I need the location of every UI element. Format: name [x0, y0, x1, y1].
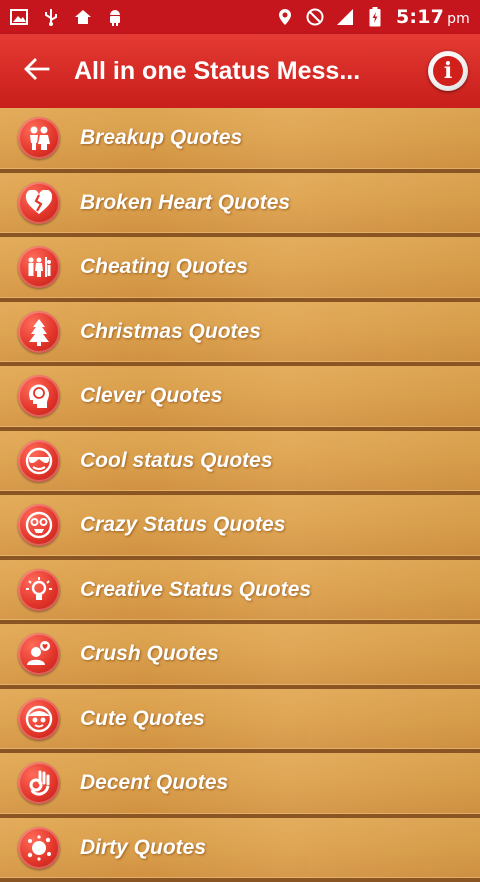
list-item-label: Crush Quotes [80, 642, 219, 666]
info-button[interactable]: i [428, 51, 468, 91]
list-item-cheating[interactable]: Cheating Quotes [0, 237, 480, 302]
list-item-label: Breakup Quotes [80, 126, 242, 150]
list-item-cute[interactable]: Cute Quotes [0, 689, 480, 754]
clock: 5:17pm [396, 6, 470, 28]
christmas-tree-icon [18, 311, 60, 353]
list-item-label: Cool status Quotes [80, 449, 273, 473]
image-icon [10, 8, 28, 26]
list-item-creative-status[interactable]: Creative Status Quotes [0, 560, 480, 625]
ok-hand-icon [18, 762, 60, 804]
list-item-label: Broken Heart Quotes [80, 191, 290, 215]
broken-heart-icon [18, 182, 60, 224]
list-item-label: Crazy Status Quotes [80, 513, 285, 537]
cute-face-icon [18, 698, 60, 740]
list-item-broken-heart[interactable]: Broken Heart Quotes [0, 173, 480, 238]
list-item-label: Dirty Quotes [80, 836, 206, 860]
list-item-label: Decent Quotes [80, 771, 228, 795]
list-item-label: Creative Status Quotes [80, 578, 311, 602]
crush-person-icon [18, 633, 60, 675]
page-title: All in one Status Mess... [74, 57, 428, 86]
list-item-dirty[interactable]: Dirty Quotes [0, 818, 480, 882]
usb-icon [42, 8, 60, 26]
lightbulb-icon [18, 569, 60, 611]
arrow-left-icon [24, 58, 50, 84]
brain-head-icon [18, 375, 60, 417]
location-icon [276, 8, 294, 26]
splash-icon [18, 827, 60, 869]
battery-charging-icon [366, 8, 384, 26]
list-item-clever[interactable]: Clever Quotes [0, 366, 480, 431]
home-icon [74, 8, 92, 26]
crazy-face-icon [18, 504, 60, 546]
list-item-label: Cute Quotes [80, 707, 205, 731]
android-icon [106, 8, 124, 26]
list-item-label: Cheating Quotes [80, 255, 248, 279]
back-button[interactable] [0, 34, 74, 108]
info-icon: i [433, 56, 463, 86]
list-item-label: Christmas Quotes [80, 320, 261, 344]
list-item-christmas[interactable]: Christmas Quotes [0, 302, 480, 367]
cheating-people-icon [18, 246, 60, 288]
do-not-disturb-icon [306, 8, 324, 26]
list-item-cool-status[interactable]: Cool status Quotes [0, 431, 480, 496]
list-item-crush[interactable]: Crush Quotes [0, 624, 480, 689]
list-item-breakup[interactable]: Breakup Quotes [0, 108, 480, 173]
status-bar: 5:17pm [0, 0, 480, 34]
app-bar: All in one Status Mess... i [0, 34, 480, 108]
list-item-label: Clever Quotes [80, 384, 222, 408]
couple-icon [18, 117, 60, 159]
list-item-crazy-status[interactable]: Crazy Status Quotes [0, 495, 480, 560]
cool-face-icon [18, 440, 60, 482]
quote-category-list: Breakup Quotes Broken Heart Quotes Cheat… [0, 108, 480, 882]
signal-icon [336, 8, 354, 26]
list-item-decent[interactable]: Decent Quotes [0, 753, 480, 818]
